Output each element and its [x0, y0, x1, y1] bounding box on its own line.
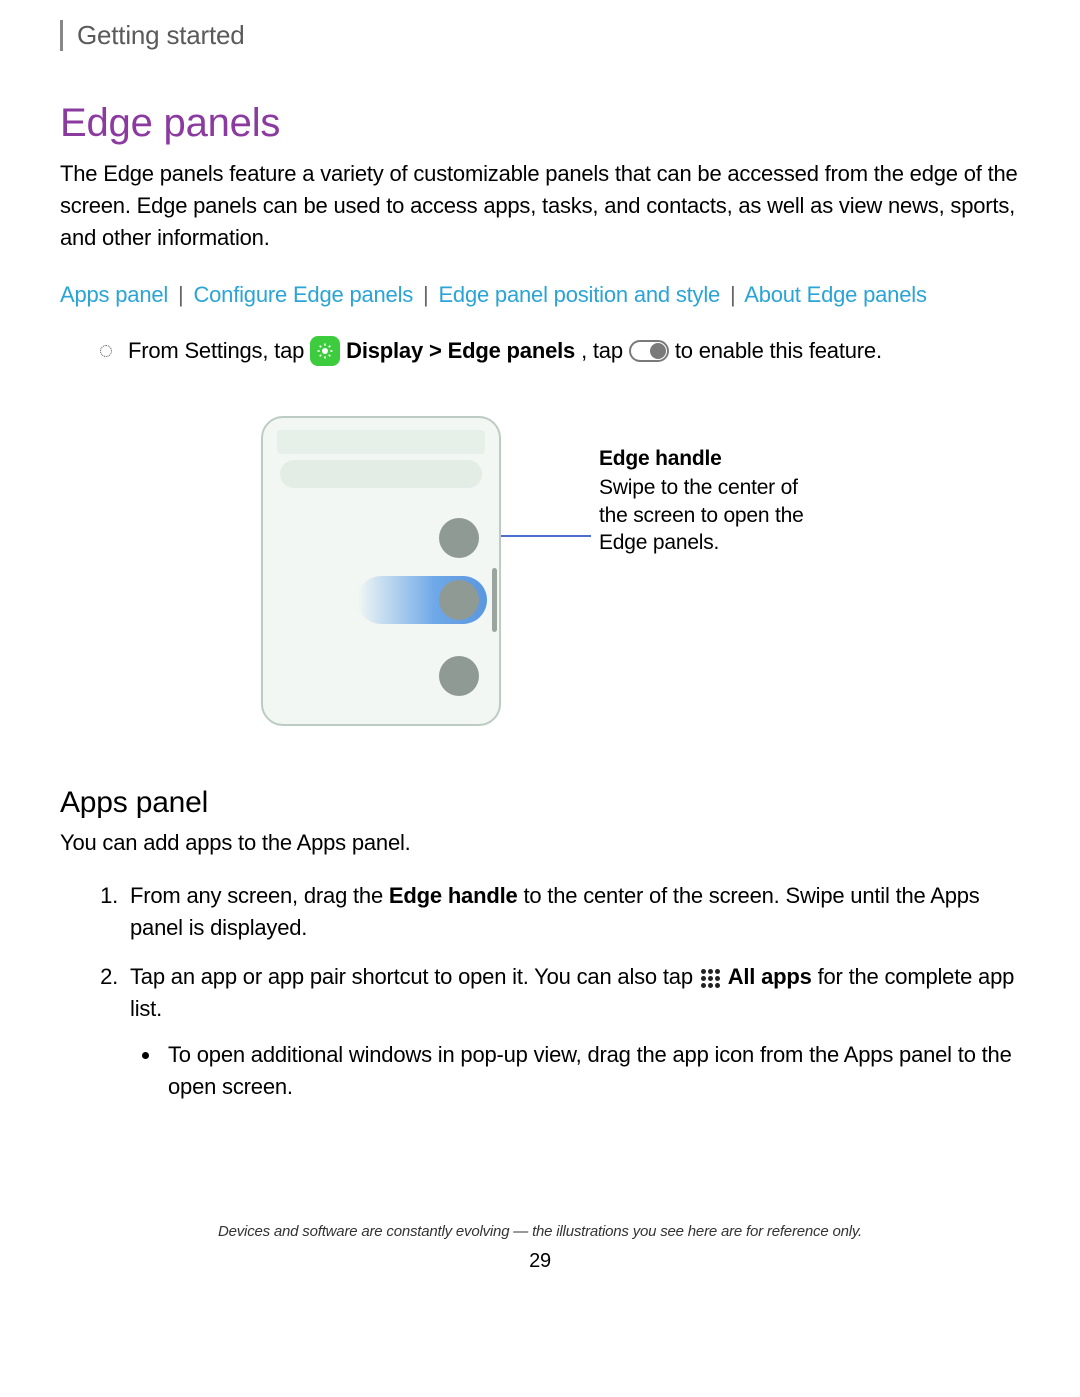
- footer-note: Devices and software are constantly evol…: [60, 1223, 1020, 1240]
- step1-text-a: From any screen, drag the: [130, 883, 389, 908]
- toggle-icon: [629, 340, 669, 362]
- all-apps-icon: [701, 969, 720, 988]
- display-settings-icon: [310, 336, 340, 366]
- link-separator: |: [423, 282, 429, 307]
- callout-line: [501, 535, 591, 537]
- instruction-display: Display: [346, 338, 423, 364]
- bullet-icon: [100, 345, 112, 357]
- page-title: Edge panels: [60, 101, 1020, 146]
- instruction-arrow: >: [429, 338, 442, 364]
- phone-app-dot: [439, 518, 479, 558]
- enable-instruction: From Settings, tap Display > Edge panels…: [100, 336, 1020, 366]
- page-number: 29: [60, 1250, 1020, 1273]
- instruction-post: to enable this feature.: [675, 338, 882, 364]
- link-about-edge[interactable]: About Edge panels: [744, 282, 927, 307]
- edge-handle-icon: [492, 568, 497, 632]
- phone-app-dot: [439, 656, 479, 696]
- instruction-edge: Edge panels: [448, 338, 575, 364]
- step2-text-a: Tap an app or app pair shortcut to open …: [130, 964, 693, 989]
- instruction-mid: , tap: [581, 338, 623, 364]
- phone-app-dot: [439, 580, 479, 620]
- apps-panel-heading: Apps panel: [60, 786, 1020, 820]
- link-apps-panel[interactable]: Apps panel: [60, 282, 168, 307]
- step2-bullet: To open additional windows in pop-up vie…: [162, 1039, 1020, 1103]
- phone-statusbar: [277, 430, 485, 454]
- step-2: Tap an app or app pair shortcut to open …: [124, 961, 1020, 1103]
- step2-sublist: To open additional windows in pop-up vie…: [162, 1039, 1020, 1103]
- step1-bold: Edge handle: [389, 883, 518, 908]
- apps-panel-intro: You can add apps to the Apps panel.: [60, 830, 1020, 856]
- link-position-style[interactable]: Edge panel position and style: [438, 282, 720, 307]
- step-1: From any screen, drag the Edge handle to…: [124, 880, 1020, 944]
- callout-title: Edge handle: [599, 445, 819, 472]
- intro-paragraph: The Edge panels feature a variety of cus…: [60, 158, 1020, 254]
- steps-list: From any screen, drag the Edge handle to…: [124, 880, 1020, 1103]
- breadcrumb: Getting started: [60, 20, 1020, 51]
- phone-illustration: [261, 416, 501, 726]
- instruction-text: From Settings, tap: [128, 338, 304, 364]
- diagram-callout: Edge handle Swipe to the center of the s…: [599, 445, 819, 556]
- edge-handle-diagram: Edge handle Swipe to the center of the s…: [60, 416, 1020, 726]
- section-links: Apps panel | Configure Edge panels | Edg…: [60, 282, 1020, 308]
- link-separator: |: [730, 282, 736, 307]
- phone-searchbar: [280, 460, 483, 488]
- callout-body: Swipe to the center of the screen to ope…: [599, 476, 804, 554]
- step2-bold: All apps: [728, 964, 812, 989]
- link-separator: |: [178, 282, 184, 307]
- link-configure-edge[interactable]: Configure Edge panels: [193, 282, 413, 307]
